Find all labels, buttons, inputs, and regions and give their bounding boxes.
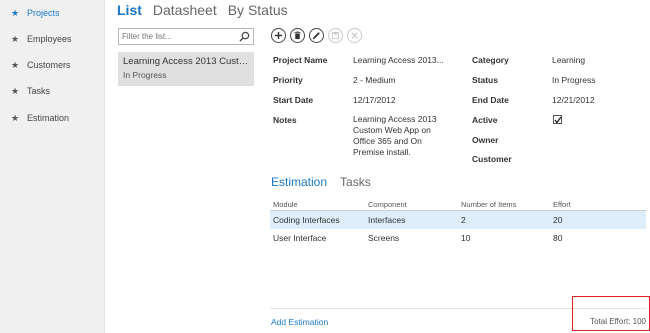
status-value: In Progress xyxy=(552,75,596,85)
estimation-table: Module Component Number of Items Effort … xyxy=(270,198,646,247)
tab-tasks[interactable]: Tasks xyxy=(340,175,371,189)
sidebar-item-label: Projects xyxy=(27,8,60,18)
cell-number-of-items: 10 xyxy=(461,233,471,243)
tab-list[interactable]: List xyxy=(117,2,142,18)
sidebar-item-projects[interactable]: ★ Projects xyxy=(0,3,105,23)
column-header-effort: Effort xyxy=(553,199,571,209)
edit-button[interactable] xyxy=(309,28,324,43)
list-item[interactable]: Learning Access 2013 Custom Web App In P… xyxy=(118,52,254,86)
table-header: Module Component Number of Items Effort xyxy=(270,198,646,211)
status-label: Status xyxy=(472,75,498,85)
sidebar-item-label: Estimation xyxy=(27,113,70,123)
tab-datasheet[interactable]: Datasheet xyxy=(153,2,217,18)
active-checkbox[interactable] xyxy=(553,115,562,124)
filter-box xyxy=(118,28,254,45)
sidebar-item-label: Employees xyxy=(27,34,72,44)
filter-input[interactable] xyxy=(119,29,237,44)
sidebar-item-tasks[interactable]: ★ Tasks xyxy=(0,81,105,101)
cell-effort: 80 xyxy=(553,233,563,243)
table-row[interactable]: Coding Interfaces Interfaces 2 20 xyxy=(270,211,646,229)
cell-module: User Interface xyxy=(273,233,327,243)
start-date-label: Start Date xyxy=(273,95,314,105)
column-header-number-of-items: Number of Items xyxy=(461,199,517,209)
cell-component: Interfaces xyxy=(368,215,406,225)
search-icon[interactable] xyxy=(239,31,250,42)
category-label: Category xyxy=(472,55,509,65)
sidebar-item-label: Customers xyxy=(27,60,71,70)
priority-value: 2 - Medium xyxy=(353,75,396,85)
add-estimation-link[interactable]: Add Estimation xyxy=(271,317,328,327)
sidebar-item-customers[interactable]: ★ Customers xyxy=(0,55,105,75)
project-name-label: Project Name xyxy=(273,55,328,65)
customer-label: Customer xyxy=(472,154,512,164)
star-icon: ★ xyxy=(11,85,20,96)
notes-value: Learning Access 2013 Custom Web App on O… xyxy=(353,114,437,157)
end-date-value: 12/21/2012 xyxy=(552,95,595,105)
sub-tabs: Estimation Tasks xyxy=(271,175,371,189)
sidebar: ★ Projects ★ Employees ★ Customers ★ Tas… xyxy=(0,0,105,333)
start-date-value: 12/17/2012 xyxy=(353,95,396,105)
owner-label: Owner xyxy=(472,135,499,145)
notes-label: Notes xyxy=(273,115,297,125)
tab-by-status[interactable]: By Status xyxy=(228,2,288,18)
star-icon: ★ xyxy=(11,59,20,70)
end-date-label: End Date xyxy=(472,95,509,105)
active-label: Active xyxy=(472,115,498,125)
star-icon: ★ xyxy=(11,33,20,44)
table-row[interactable]: User Interface Screens 10 80 xyxy=(270,229,646,247)
category-value: Learning xyxy=(552,55,586,65)
check-icon xyxy=(554,116,562,124)
list-item-status: In Progress xyxy=(123,70,167,80)
delete-icon xyxy=(294,31,301,40)
project-name-value: Learning Access 2013... xyxy=(353,55,444,65)
sidebar-item-employees[interactable]: ★ Employees xyxy=(0,29,105,49)
cell-component: Screens xyxy=(368,233,400,243)
total-effort: Total Effort: 100 xyxy=(590,317,646,326)
total-effort-box: Total Effort: 100 xyxy=(572,296,650,331)
cell-effort: 20 xyxy=(553,215,563,225)
sidebar-item-label: Tasks xyxy=(27,86,51,96)
star-icon: ★ xyxy=(11,7,20,18)
save-icon xyxy=(331,31,340,40)
sidebar-item-estimation[interactable]: ★ Estimation xyxy=(0,108,105,128)
star-icon: ★ xyxy=(11,112,20,123)
cancel-icon xyxy=(351,32,358,39)
cell-number-of-items: 2 xyxy=(461,215,466,225)
list-item-title: Learning Access 2013 Custom Web App xyxy=(123,56,249,67)
save-button[interactable] xyxy=(328,28,343,43)
cancel-button[interactable] xyxy=(347,28,362,43)
cell-module: Coding Interfaces xyxy=(273,215,340,225)
add-button[interactable] xyxy=(271,28,286,43)
delete-button[interactable] xyxy=(290,28,305,43)
add-icon xyxy=(274,31,283,40)
column-header-module: Module xyxy=(273,199,298,209)
action-bar xyxy=(271,28,362,43)
column-header-component: Component xyxy=(368,199,407,209)
view-tabs: List Datasheet By Status xyxy=(117,2,288,18)
edit-icon xyxy=(312,32,320,40)
priority-label: Priority xyxy=(273,75,303,85)
tab-estimation[interactable]: Estimation xyxy=(271,175,327,189)
